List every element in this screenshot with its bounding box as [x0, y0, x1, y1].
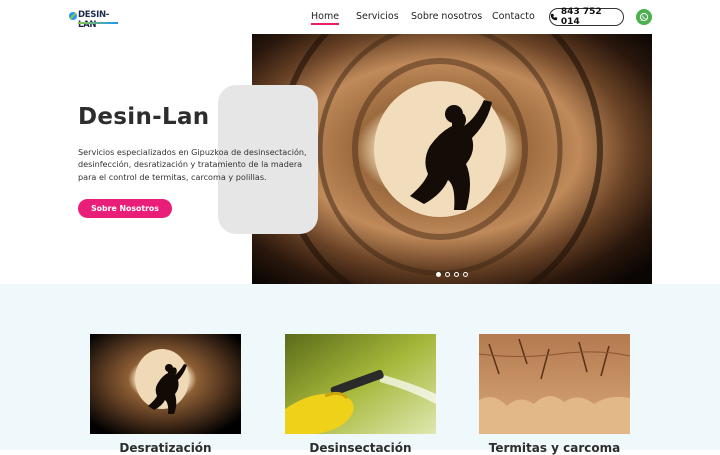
nav-servicios-link[interactable]: Servicios — [356, 11, 399, 22]
nav-home-link[interactable]: Home — [311, 11, 340, 25]
slider-dot-3[interactable] — [454, 272, 459, 277]
brand-logo[interactable]: DESIN-LAN — [68, 8, 120, 30]
service-title-termitas[interactable]: Termitas y carcoma — [479, 441, 630, 455]
service-title-desinsectacion[interactable]: Desinsectación — [285, 441, 436, 455]
phone-icon — [550, 13, 558, 21]
slider-dot-2[interactable] — [445, 272, 450, 277]
service-card-image-desinsectacion[interactable] — [285, 334, 436, 434]
phone-button[interactable]: 843 752 014 — [549, 7, 624, 27]
slider-dot-4[interactable] — [463, 272, 468, 277]
service-card-image-desratizacion[interactable] — [90, 334, 241, 434]
worker-in-pipe-thumbnail — [90, 334, 241, 434]
nav-contacto-link[interactable]: Contacto — [492, 11, 535, 22]
service-title-desratizacion[interactable]: Desratización — [90, 441, 241, 455]
top-navbar: DESIN-LAN Home Servicios Sobre nosotros … — [0, 0, 720, 34]
hero-description: Servicios especializados en Gipuzkoa de … — [78, 147, 307, 182]
whatsapp-icon — [639, 12, 649, 22]
spraying-glove-thumbnail — [285, 334, 436, 434]
service-card-image-termitas[interactable] — [479, 334, 630, 434]
nav-sobre-nosotros-link[interactable]: Sobre nosotros — [411, 11, 482, 22]
hero-title: Desin-Lan — [78, 104, 210, 130]
logo-underline — [78, 22, 118, 24]
phone-number: 843 752 014 — [560, 7, 602, 27]
logo-text: DESIN-LAN — [78, 10, 109, 30]
sobre-nosotros-button[interactable]: Sobre Nosotros — [78, 199, 172, 218]
slider-dots — [436, 272, 468, 277]
damaged-wood-thumbnail — [479, 334, 630, 434]
slider-dot-1[interactable] — [436, 272, 441, 277]
whatsapp-button[interactable] — [636, 9, 652, 25]
